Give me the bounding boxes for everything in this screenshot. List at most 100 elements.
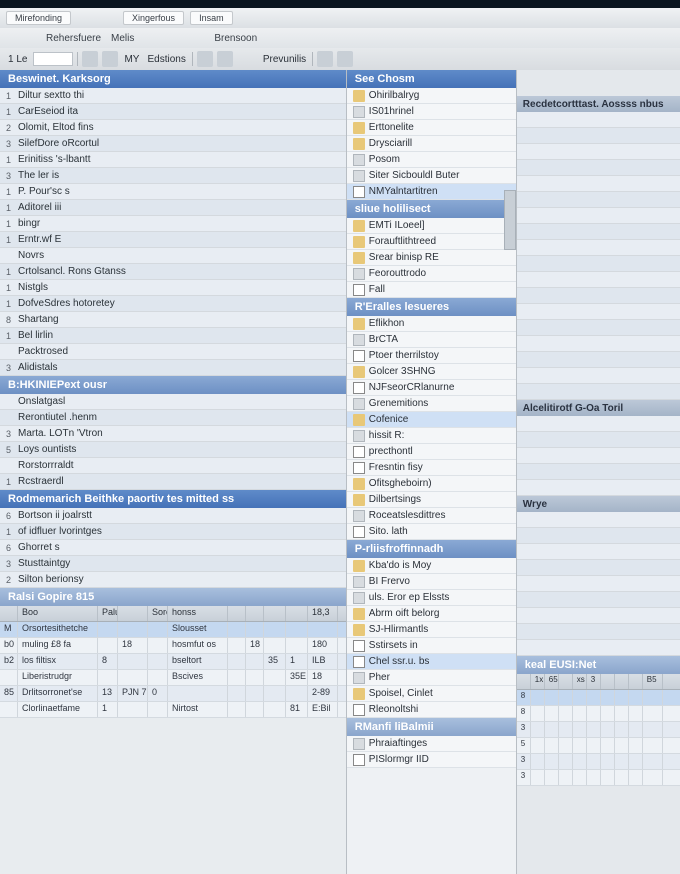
mid-section-header-2[interactable]: sliue holilisect [347, 200, 516, 218]
list-item[interactable]: 1Erinitiss 's-lbantt [0, 152, 346, 168]
tree-item[interactable]: Golcer 3SHNG [347, 364, 516, 380]
column-header[interactable] [629, 674, 643, 689]
list-item[interactable] [517, 480, 680, 496]
column-header[interactable] [601, 674, 615, 689]
list-item[interactable]: 1of idfluer lvorintges [0, 524, 346, 540]
list-item[interactable] [517, 112, 680, 128]
list-item[interactable] [517, 432, 680, 448]
list-item[interactable] [517, 320, 680, 336]
list-item[interactable] [517, 544, 680, 560]
column-header[interactable] [615, 674, 629, 689]
column-header[interactable]: 1x [531, 674, 545, 689]
list-item[interactable]: 1Bel lirlin [0, 328, 346, 344]
column-header[interactable] [118, 606, 148, 621]
titlebar-tab-1[interactable]: Mirefonding [6, 11, 71, 25]
list-item[interactable]: 1CarEseiod ita [0, 104, 346, 120]
tree-item[interactable]: Ohirilbalryg [347, 88, 516, 104]
list-item[interactable] [517, 304, 680, 320]
table-row[interactable]: 3 [517, 754, 680, 770]
right-section-header-2[interactable]: Alcelitirotf G-Oa Toril [517, 400, 680, 416]
list-item[interactable]: 6Ghorret s [0, 540, 346, 556]
toolbar-btn-5[interactable] [317, 51, 333, 67]
tree-item[interactable]: uls. Eror ep Elssts [347, 590, 516, 606]
menu-item-3[interactable]: Brensoon [214, 33, 257, 44]
tree-item[interactable]: Phraiaftinges [347, 736, 516, 752]
column-header[interactable]: 3 [587, 674, 601, 689]
tree-item[interactable]: Dilbertsings [347, 492, 516, 508]
list-item[interactable]: 2Silton berionsy [0, 572, 346, 588]
right-section-header-3[interactable]: Wrye [517, 496, 680, 512]
tree-item[interactable]: Grenemitions [347, 396, 516, 412]
tree-item[interactable]: Kba'do is Moy [347, 558, 516, 574]
tree-item[interactable]: Fresntin fisy [347, 460, 516, 476]
list-item[interactable] [517, 592, 680, 608]
tree-item[interactable]: BrCTA [347, 332, 516, 348]
tree-item[interactable]: SJ-Hlirmantls [347, 622, 516, 638]
mid-section-header-4[interactable]: P-rliisfroffinnadh [347, 540, 516, 558]
list-item[interactable] [517, 272, 680, 288]
list-item[interactable] [517, 528, 680, 544]
list-item[interactable] [517, 352, 680, 368]
list-item[interactable] [517, 512, 680, 528]
list-item[interactable] [517, 640, 680, 656]
column-header[interactable]: 65 [545, 674, 559, 689]
toolbar-btn-2[interactable] [102, 51, 118, 67]
list-item[interactable] [517, 416, 680, 432]
list-item[interactable] [517, 128, 680, 144]
tree-item[interactable]: Forauftlithtreed [347, 234, 516, 250]
tree-item[interactable]: Abrm oift belorg [347, 606, 516, 622]
column-header[interactable] [228, 606, 246, 621]
list-item[interactable]: 1Crtolsancl. Rons Gtanss [0, 264, 346, 280]
column-header[interactable] [264, 606, 286, 621]
column-header[interactable] [246, 606, 264, 621]
toolbar-btn-3[interactable] [197, 51, 213, 67]
list-item[interactable]: 1P. Pour'sc s [0, 184, 346, 200]
tree-item[interactable]: Feorouttrodo [347, 266, 516, 282]
column-header[interactable]: xs [573, 674, 587, 689]
list-item[interactable]: Rerontiutel .henm [0, 410, 346, 426]
mid-section-header-3[interactable]: R'Eralles lesueres [347, 298, 516, 316]
tree-item[interactable]: Chel ssr.u. bs [347, 654, 516, 670]
tree-item[interactable]: Siter Sicbouldl Buter [347, 168, 516, 184]
list-item[interactable] [517, 336, 680, 352]
menu-item-1[interactable]: Rehersfuere [46, 33, 101, 44]
list-item[interactable] [517, 208, 680, 224]
table-row[interactable]: 85Drlitsorronet'se13PJN 7102-89 [0, 686, 346, 702]
list-item[interactable]: 1Diltur sextto thi [0, 88, 346, 104]
left-section-header-2[interactable]: B:HKINIEPext ousr [0, 376, 346, 394]
column-header[interactable] [0, 606, 18, 621]
tree-item[interactable]: NMYalntartitren [347, 184, 516, 200]
table-row[interactable]: 3 [517, 770, 680, 786]
table-row[interactable]: 8 [517, 706, 680, 722]
table-row[interactable]: MOrsortesithetcheSlousset [0, 622, 346, 638]
tree-item[interactable]: Ptoer therrilstoy [347, 348, 516, 364]
tree-item[interactable]: Cofenice [347, 412, 516, 428]
tree-item[interactable]: Erttonelite [347, 120, 516, 136]
column-header[interactable]: Soronsfitz [148, 606, 168, 621]
tree-item[interactable]: Posom [347, 152, 516, 168]
list-item[interactable] [517, 448, 680, 464]
list-item[interactable]: 5Loys ountists [0, 442, 346, 458]
list-item[interactable]: 3The ler is [0, 168, 346, 184]
tree-item[interactable]: Ofitsgheboirn) [347, 476, 516, 492]
list-item[interactable]: 1Nistgls [0, 280, 346, 296]
table-row[interactable]: Clorlinaetfame1Nirtost81E:Bil [0, 702, 346, 718]
list-item[interactable] [517, 624, 680, 640]
list-item[interactable]: 2Olomit, Eltod fins [0, 120, 346, 136]
list-item[interactable]: 3Marta. LOTn 'Vtron [0, 426, 346, 442]
titlebar-tab-3[interactable]: Insam [190, 11, 233, 25]
list-item[interactable] [517, 384, 680, 400]
list-item[interactable]: Packtrosed [0, 344, 346, 360]
column-header[interactable]: Paluosite [98, 606, 118, 621]
tree-item[interactable]: Roceatslesdittres [347, 508, 516, 524]
column-header[interactable]: honss [168, 606, 228, 621]
list-item[interactable]: 1Erntr.wf E [0, 232, 346, 248]
list-item[interactable]: 3SilefDore oRcortul [0, 136, 346, 152]
list-item[interactable] [517, 224, 680, 240]
list-item[interactable]: 1bingr [0, 216, 346, 232]
list-item[interactable] [517, 288, 680, 304]
tree-item[interactable]: Pher [347, 670, 516, 686]
column-header[interactable] [286, 606, 308, 621]
tree-item[interactable]: Fall [347, 282, 516, 298]
column-header[interactable]: 18,3 [308, 606, 338, 621]
